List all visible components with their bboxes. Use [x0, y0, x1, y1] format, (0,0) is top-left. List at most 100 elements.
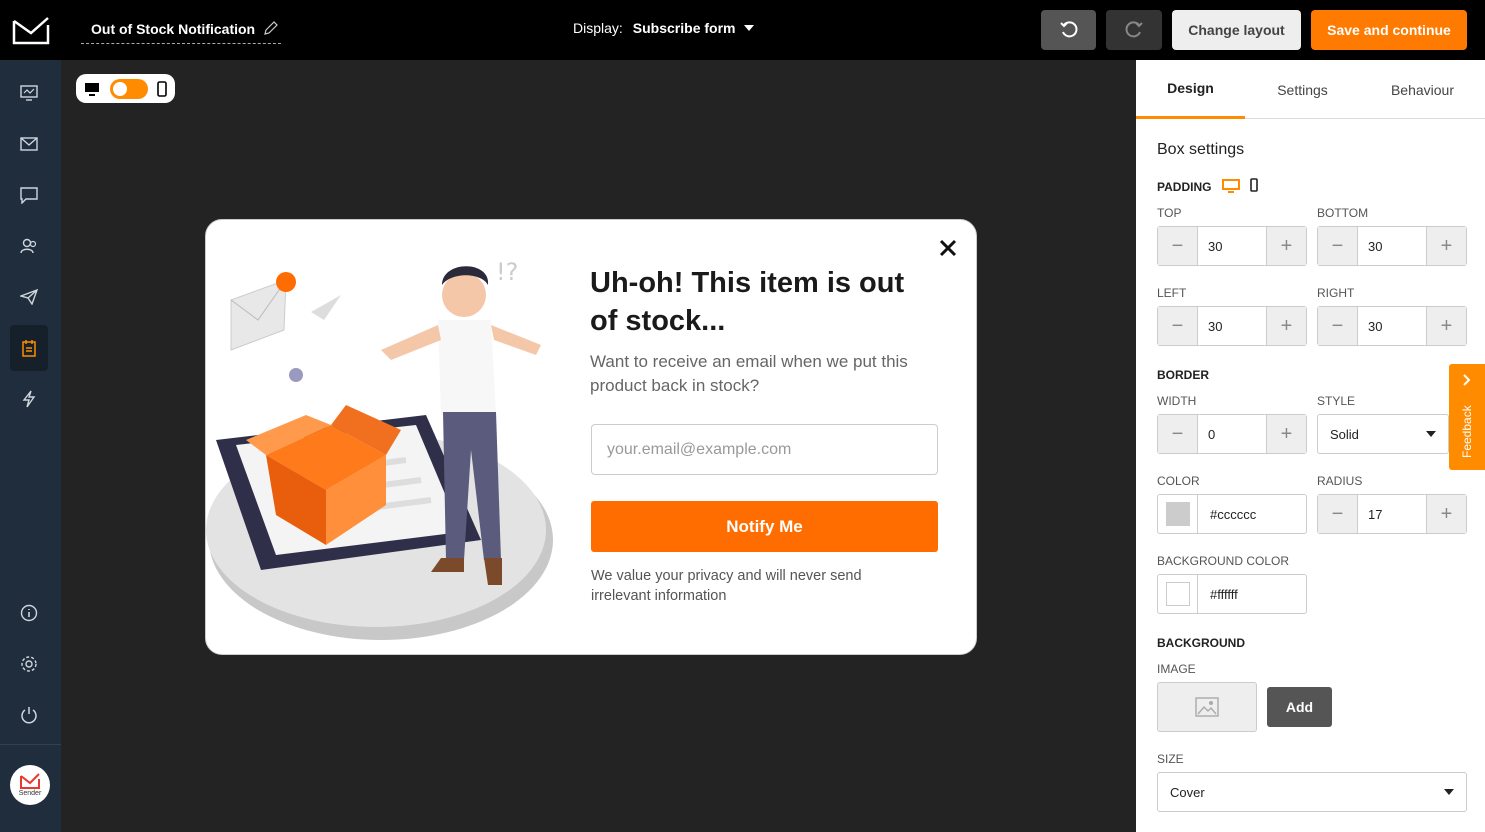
notify-me-button[interactable]: Notify Me	[591, 501, 938, 552]
sidebar-item-send[interactable]	[10, 274, 48, 320]
sender-account-badge[interactable]: Sender	[10, 765, 50, 805]
campaigns-icon	[20, 289, 38, 305]
desktop-icon[interactable]	[84, 82, 100, 96]
redo-button[interactable]	[1106, 10, 1162, 50]
popup-preview[interactable]: !? Uh-oh! This item is out of stock... W…	[205, 219, 977, 655]
sidebar-item-chat[interactable]	[10, 172, 48, 218]
minus-icon[interactable]: −	[1318, 307, 1357, 345]
mobile-icon[interactable]	[1250, 178, 1258, 192]
padding-top-input[interactable]: 30	[1197, 227, 1267, 265]
padding-left-stepper: − 30 +	[1157, 306, 1307, 346]
form-title: Out of Stock Notification	[91, 20, 256, 37]
sidebar-item-forms[interactable]	[10, 325, 48, 371]
panel-tabs: Design Settings Behaviour	[1136, 60, 1485, 119]
tab-settings[interactable]: Settings	[1245, 60, 1360, 119]
sidebar-item-info[interactable]	[10, 590, 48, 636]
settings-panel: Design Settings Behaviour Box settings P…	[1136, 60, 1485, 832]
padding-right-input[interactable]: 30	[1357, 307, 1427, 345]
border-style-select[interactable]: Solid	[1317, 414, 1449, 454]
chevron-right-icon	[1463, 374, 1471, 386]
sidebar-item-subscribers[interactable]	[10, 223, 48, 269]
device-preview-toggle[interactable]	[76, 74, 175, 103]
minus-icon[interactable]: −	[1158, 307, 1197, 345]
background-size-select[interactable]: Cover	[1157, 772, 1467, 812]
desktop-icon[interactable]	[1222, 179, 1240, 193]
minus-icon[interactable]: −	[1158, 415, 1197, 453]
feedback-tab[interactable]: Feedback	[1449, 364, 1485, 470]
email-field[interactable]: your.email@example.com	[591, 424, 938, 475]
sidebar-item-overview[interactable]	[10, 70, 48, 116]
envelope-logo-icon	[12, 17, 49, 45]
background-color-value[interactable]: #ffffff	[1198, 587, 1238, 602]
plus-icon[interactable]: +	[1427, 495, 1466, 533]
caret-down-icon	[1444, 789, 1454, 795]
border-style-value: Solid	[1330, 426, 1359, 442]
sidebar-item-settings[interactable]	[10, 641, 48, 687]
plus-icon[interactable]: +	[1427, 307, 1466, 345]
minus-icon[interactable]: −	[1318, 495, 1357, 533]
info-icon	[20, 604, 38, 622]
close-icon[interactable]	[938, 238, 958, 258]
background-color-field[interactable]: #ffffff	[1157, 574, 1307, 614]
background-color-swatch[interactable]	[1158, 575, 1198, 613]
svg-text:!?: !?	[496, 258, 518, 286]
minus-icon[interactable]: −	[1158, 227, 1197, 265]
plus-icon[interactable]: +	[1267, 307, 1306, 345]
border-color-value[interactable]: #cccccc	[1198, 507, 1256, 522]
sidebar-item-campaigns-mail[interactable]	[10, 121, 48, 167]
display-selector[interactable]: Display: Subscribe form	[573, 20, 754, 36]
border-radius-input[interactable]: 17	[1357, 495, 1427, 533]
settings-icon	[21, 656, 37, 672]
plus-icon[interactable]: +	[1267, 415, 1306, 453]
sidebar: Sender	[0, 0, 61, 832]
plus-icon[interactable]: +	[1267, 227, 1306, 265]
toggle-knob	[112, 81, 127, 96]
pencil-icon[interactable]	[263, 20, 279, 36]
caret-down-icon	[743, 25, 754, 31]
preview-toggle-switch[interactable]	[109, 78, 148, 99]
padding-bottom-label: BOTTOM	[1317, 206, 1369, 220]
mobile-icon[interactable]	[157, 80, 167, 97]
padding-right-label: RIGHT	[1317, 286, 1355, 300]
mail-icon	[20, 137, 38, 151]
overview-icon	[20, 85, 38, 101]
sender-brand-label: Sender	[18, 790, 42, 797]
display-label: Display:	[573, 20, 623, 36]
sidebar-item-automation[interactable]	[10, 376, 48, 422]
background-size-label: SIZE	[1157, 752, 1184, 766]
sidebar-divider	[0, 744, 61, 745]
background-color-label: BACKGROUND COLOR	[1157, 554, 1290, 568]
plus-icon[interactable]: +	[1427, 227, 1466, 265]
border-width-stepper: − 0 +	[1157, 414, 1307, 454]
border-radius-label: RADIUS	[1317, 474, 1363, 488]
undo-button[interactable]	[1041, 10, 1096, 50]
undo-icon	[1059, 21, 1077, 38]
form-title-field[interactable]: Out of Stock Notification	[81, 14, 281, 44]
popup-subtext: Want to receive an email when we put thi…	[590, 352, 908, 395]
change-layout-button[interactable]: Change layout	[1172, 10, 1301, 50]
border-color-swatch[interactable]	[1158, 495, 1198, 533]
tab-design[interactable]: Design	[1136, 60, 1245, 119]
power-icon	[21, 707, 37, 724]
padding-left-input[interactable]: 30	[1197, 307, 1267, 345]
padding-bottom-input[interactable]: 30	[1357, 227, 1427, 265]
popup-headline: Uh-oh! This item is out of stock...	[590, 267, 905, 337]
automation-icon	[22, 390, 36, 408]
display-value: Subscribe form	[632, 20, 736, 36]
app-logo[interactable]	[0, 0, 61, 60]
border-style-label: STYLE	[1317, 394, 1356, 408]
minus-icon[interactable]: −	[1318, 227, 1357, 265]
chat-icon	[20, 186, 38, 204]
tab-behaviour[interactable]: Behaviour	[1360, 60, 1485, 119]
caret-down-icon	[1426, 431, 1436, 437]
sidebar-item-logout[interactable]	[10, 692, 48, 738]
add-image-button[interactable]: Add	[1267, 687, 1332, 727]
background-image-label: IMAGE	[1157, 662, 1196, 676]
border-color-field[interactable]: #cccccc	[1157, 494, 1307, 534]
border-color-label: COLOR	[1157, 474, 1200, 488]
border-width-label: WIDTH	[1157, 394, 1197, 408]
save-continue-button[interactable]: Save and continue	[1311, 10, 1467, 50]
background-image-placeholder[interactable]	[1157, 682, 1257, 732]
top-bar: Out of Stock Notification Display: Subsc…	[61, 0, 1485, 60]
border-width-input[interactable]: 0	[1197, 415, 1267, 453]
